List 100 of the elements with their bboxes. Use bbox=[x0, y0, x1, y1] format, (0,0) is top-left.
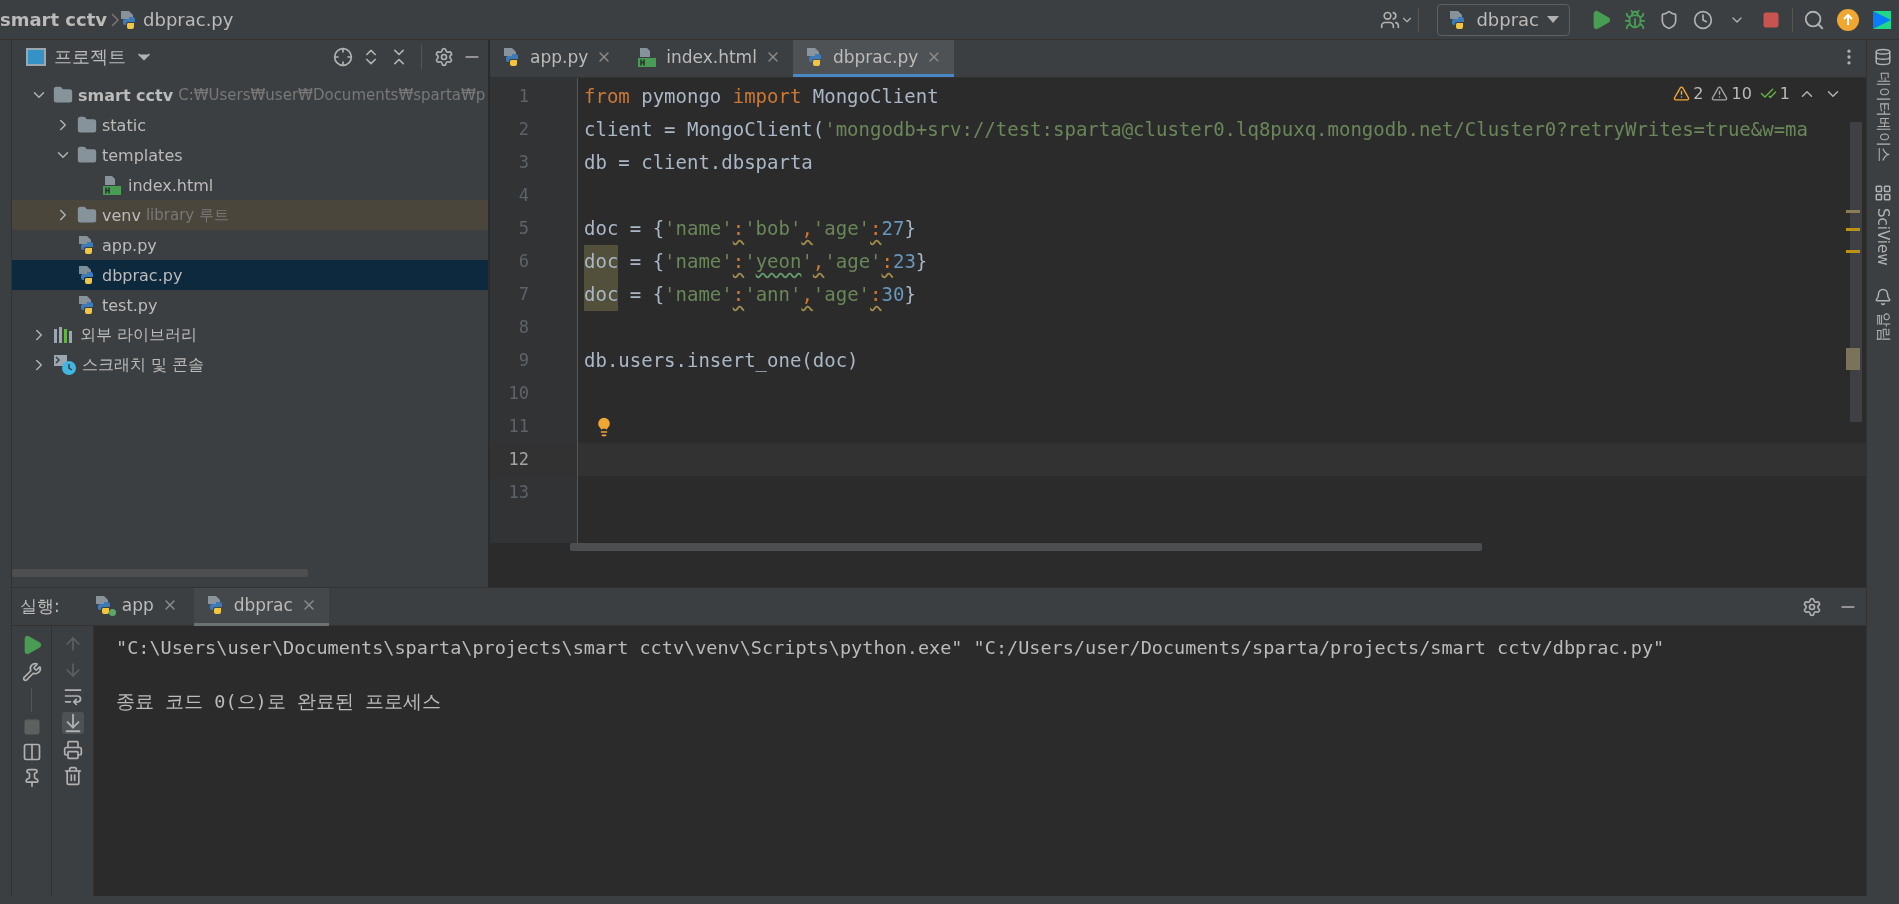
caret-icon[interactable] bbox=[1547, 16, 1559, 23]
code-token: db.users.insert_one(doc) bbox=[584, 348, 859, 374]
code-token: 'name' bbox=[664, 216, 733, 241]
folder-icon bbox=[77, 145, 97, 165]
tree-item-label: 외부 라이브러리 bbox=[80, 324, 198, 346]
code-token: import bbox=[732, 84, 802, 109]
folder-icon bbox=[53, 85, 73, 105]
wrench-icon[interactable] bbox=[21, 662, 42, 682]
weak-warning-icon bbox=[1711, 85, 1729, 102]
tree-item[interactable]: 외부 라이브러리 bbox=[12, 320, 488, 350]
tree-item[interactable]: static bbox=[12, 110, 488, 140]
locate-icon[interactable] bbox=[333, 47, 353, 67]
console-line: 종료 코드 0(으)로 완료된 프로세스 bbox=[116, 690, 442, 714]
tree-item[interactable]: test.py bbox=[12, 290, 488, 320]
running-dot-icon bbox=[108, 609, 116, 616]
code-token: : bbox=[732, 282, 745, 307]
code-token: = { bbox=[628, 249, 665, 274]
tree-item-label: test.py bbox=[102, 295, 158, 315]
bell-icon bbox=[1874, 287, 1892, 306]
side-tool-button[interactable]: 데이터베이스 bbox=[1873, 48, 1893, 162]
editor-tab[interactable]: dbprac.py bbox=[792, 40, 955, 77]
side-tool-button[interactable]: SciView bbox=[1874, 184, 1892, 266]
html-file-icon bbox=[636, 46, 659, 68]
soft-wrap-icon[interactable] bbox=[62, 686, 83, 706]
code-token: 'name' bbox=[664, 282, 733, 307]
editor-tab[interactable]: index.html bbox=[624, 40, 793, 77]
tree-item-label: smart cctv bbox=[78, 85, 174, 105]
code-token: : bbox=[870, 282, 882, 307]
code-token: pymongo bbox=[640, 84, 723, 109]
scratch-console-icon bbox=[53, 354, 77, 376]
run-tab[interactable]: dbprac bbox=[193, 587, 329, 626]
side-tool-button[interactable]: 알림 bbox=[1873, 287, 1893, 342]
html-file-icon bbox=[101, 174, 123, 196]
settings-icon[interactable] bbox=[434, 47, 454, 67]
code-token: 'name' bbox=[664, 249, 733, 274]
code-token: db = client.dbsparta bbox=[584, 150, 813, 175]
settings-icon[interactable] bbox=[1802, 596, 1822, 617]
code-token: = { bbox=[628, 282, 665, 307]
editor-tab[interactable]: app.py bbox=[490, 40, 625, 77]
scroll-to-end-icon[interactable] bbox=[61, 712, 84, 734]
path-hint: C:₩Users₩user₩Documents₩sparta₩p bbox=[178, 86, 486, 104]
tree-item-label: 스크래치 및 콘솔 bbox=[82, 354, 205, 376]
code-token: 30 bbox=[881, 282, 905, 307]
inspection-count[interactable]: 1 bbox=[1759, 84, 1790, 103]
code-token: 'age' bbox=[812, 216, 871, 241]
layout-icon[interactable] bbox=[21, 742, 42, 762]
warning-marker[interactable] bbox=[1846, 228, 1860, 231]
code-token: MongoClient bbox=[811, 84, 939, 109]
breadcrumb-item[interactable]: smart cctv bbox=[0, 9, 108, 30]
code-token: client = MongoClient( bbox=[584, 117, 825, 142]
scrollbar[interactable] bbox=[12, 569, 308, 577]
code-token: : bbox=[881, 249, 893, 274]
inspection-count[interactable]: 10 bbox=[1711, 84, 1752, 103]
warning-marker[interactable] bbox=[1846, 250, 1860, 253]
tree-item-label: templates bbox=[102, 145, 183, 165]
tree-item-label: dbprac.py bbox=[102, 265, 183, 285]
breadcrumb-separator-icon bbox=[111, 12, 120, 27]
panel-title: 실행: bbox=[20, 595, 60, 618]
code-token: } bbox=[904, 216, 916, 241]
tree-item[interactable]: index.html bbox=[12, 170, 488, 200]
breadcrumb-item[interactable]: dbprac.py bbox=[143, 9, 234, 30]
code-token: 23 bbox=[892, 249, 916, 274]
print-icon[interactable] bbox=[62, 740, 83, 760]
code-token: doc = { bbox=[584, 216, 665, 241]
code-token: 'ann' bbox=[744, 282, 802, 307]
code-token: doc bbox=[584, 245, 619, 278]
console-line: "C:\Users\user\Documents\sparta\projects\smart cctv\venv\Scripts\python.exe" "C:/Users/user/Documents/sparta/projects/smart cctv/dbprac.py" bbox=[116, 636, 1666, 660]
warning-marker[interactable] bbox=[1846, 210, 1860, 213]
library-icon bbox=[53, 325, 75, 345]
code-token: from bbox=[584, 84, 630, 109]
inspection-count[interactable]: 2 bbox=[1673, 84, 1704, 103]
code-token: 'age' bbox=[824, 249, 882, 274]
trash-icon[interactable] bbox=[62, 766, 83, 786]
tree-item[interactable]: dbprac.py bbox=[12, 260, 488, 290]
scrollbar[interactable] bbox=[1850, 122, 1862, 422]
scrollbar[interactable] bbox=[570, 543, 1482, 551]
tree-item[interactable]: smart cctv C:₩Users₩user₩Documents₩sparta₩p bbox=[12, 80, 488, 110]
tree-item[interactable]: 스크래치 및 콘솔 bbox=[12, 350, 488, 380]
grid-icon bbox=[1874, 184, 1892, 202]
tree-item[interactable]: app.py bbox=[12, 230, 488, 260]
tree-item-label: static bbox=[102, 115, 146, 135]
warning-icon bbox=[1673, 85, 1691, 102]
code-token: : bbox=[732, 249, 745, 274]
code-token: ' bbox=[801, 249, 813, 274]
root-hint: library 루트 bbox=[145, 205, 229, 225]
code-token: 27 bbox=[881, 216, 905, 241]
database-icon bbox=[1874, 48, 1892, 66]
code-token: doc bbox=[584, 278, 619, 311]
tree-item-label: venv bbox=[102, 205, 141, 225]
run-config-dropdown[interactable]: dbprac bbox=[1437, 3, 1570, 36]
folder-icon bbox=[77, 205, 97, 225]
code-token: 'bob' bbox=[744, 216, 802, 241]
run-tab[interactable]: app bbox=[81, 587, 190, 626]
code-token: , bbox=[801, 216, 813, 241]
tree-item[interactable]: venv library 루트 bbox=[12, 200, 488, 230]
code-token: 'mongodb+srv://test:sparta@cluster0.lq8puxq.mongodb.net/Cluster0?retryWrites=true&w=ma bbox=[824, 117, 1808, 142]
code-token: : bbox=[732, 216, 745, 241]
panel-title[interactable]: 프로젝트 bbox=[54, 45, 126, 69]
tree-item[interactable]: templates bbox=[12, 140, 488, 170]
code-token: yeon bbox=[755, 249, 802, 274]
